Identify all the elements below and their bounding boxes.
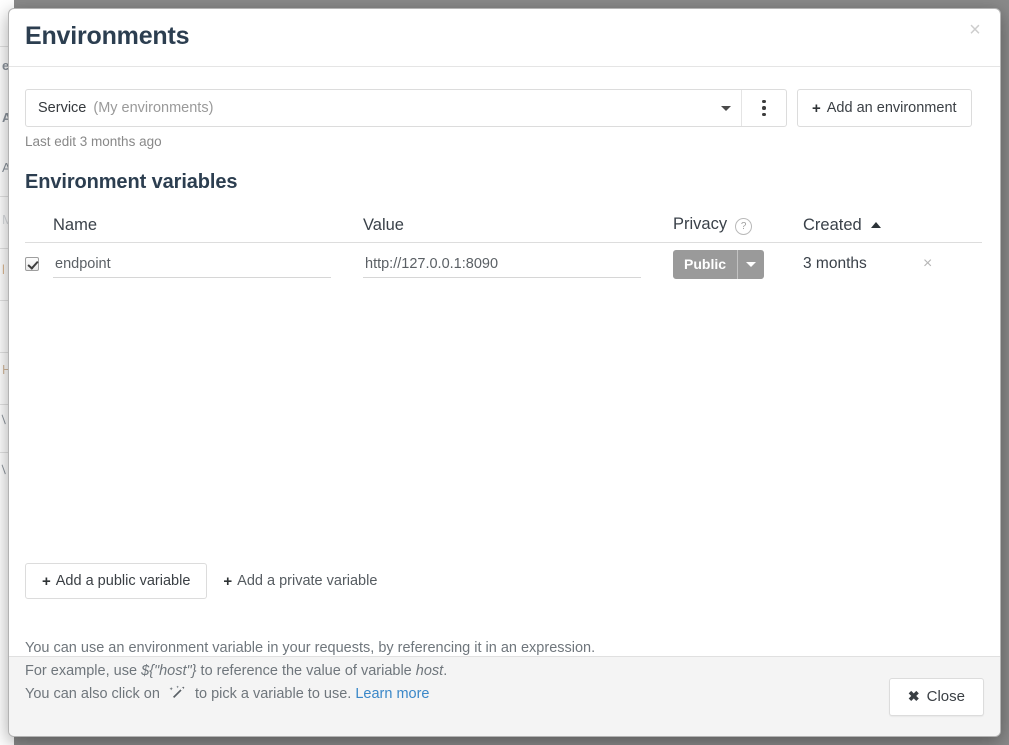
row-enabled-checkbox[interactable] xyxy=(25,257,39,271)
help-icon[interactable]: ? xyxy=(735,218,753,236)
help-line-2-suffix: . xyxy=(443,663,448,679)
help-line-2-code: ${"host"} xyxy=(141,663,197,679)
add-environment-label: Add an environment xyxy=(826,100,957,116)
privacy-dropdown[interactable]: Public xyxy=(673,249,765,279)
variable-name-input[interactable] xyxy=(53,250,331,278)
environment-select[interactable]: Service (My environments) xyxy=(26,90,742,126)
environment-select-group: Service (My environments) xyxy=(25,89,787,127)
help-line-1: You can use an environment variable in y… xyxy=(25,640,596,656)
variables-table: Name Value Privacy? Created endpoint htt… xyxy=(25,208,982,285)
row-checkbox-cell xyxy=(25,257,53,271)
help-line-3-mid: to pick a variable to use. xyxy=(190,686,356,702)
last-edit-label: Last edit 3 months ago xyxy=(25,134,162,149)
help-line-2: For example, use ${"host"} to reference … xyxy=(25,660,595,683)
background-ghost-text: l xyxy=(2,262,5,277)
column-header-value[interactable]: Value xyxy=(363,216,673,235)
add-environment-button[interactable]: + Add an environment xyxy=(797,89,972,127)
row-created-cell: 3 months xyxy=(803,255,867,272)
plus-icon: + xyxy=(812,99,821,117)
caret-down-icon xyxy=(738,250,764,279)
column-header-name[interactable]: Name xyxy=(53,216,363,235)
page-title: Environments xyxy=(25,22,190,50)
learn-more-link[interactable]: Learn more xyxy=(355,686,429,702)
close-icon[interactable]: × xyxy=(964,20,986,42)
row-value-cell xyxy=(363,250,673,278)
table-header-row: Name Value Privacy? Created xyxy=(25,208,982,243)
close-x-icon: ✖ xyxy=(907,688,920,704)
plus-icon: + xyxy=(42,572,51,590)
sort-ascending-icon xyxy=(870,221,881,228)
environment-toolbar: Service (My environments) + Add an envir… xyxy=(25,89,984,127)
environments-dialog: Environments × Service (My environments)… xyxy=(8,8,1001,737)
variable-value-input[interactable] xyxy=(363,250,641,278)
close-button-label: Close xyxy=(926,688,965,705)
row-privacy-cell: Public xyxy=(673,249,803,279)
help-line-2-prefix: For example, use xyxy=(25,663,142,679)
add-variable-actions: + Add a public variable + Add a private … xyxy=(25,563,377,599)
delete-row-icon[interactable]: × xyxy=(923,255,932,272)
column-header-privacy[interactable]: Privacy? xyxy=(673,215,803,236)
environment-scope: (My environments) xyxy=(93,100,214,116)
add-private-variable-label: Add a private variable xyxy=(237,573,378,589)
table-row: Public 3 months × xyxy=(25,243,982,285)
help-line-2-variable: host xyxy=(415,663,444,679)
plus-icon: + xyxy=(223,572,233,590)
add-private-variable-button[interactable]: + Add a private variable xyxy=(223,573,377,590)
section-title: Environment variables xyxy=(25,171,238,193)
dialog-header: Environments × xyxy=(9,9,1000,67)
column-header-created-label: Created xyxy=(803,215,862,234)
row-name-cell xyxy=(53,250,363,278)
help-line-2-mid: to reference the value of variable xyxy=(196,663,416,679)
chevron-down-icon xyxy=(721,106,731,111)
column-header-created[interactable]: Created xyxy=(803,216,923,235)
close-button[interactable]: ✖ Close xyxy=(888,677,984,716)
privacy-label: Public xyxy=(673,249,739,279)
environment-name: Service xyxy=(38,100,87,116)
help-text-block: You can use an environment variable in y… xyxy=(25,637,595,709)
magic-wand-icon xyxy=(169,685,186,709)
add-public-variable-button[interactable]: + Add a public variable xyxy=(25,563,208,599)
help-line-3-prefix: You can also click on xyxy=(25,686,164,702)
help-line-3: You can also click on to pick a variable… xyxy=(25,683,595,709)
more-vertical-icon[interactable] xyxy=(742,90,786,126)
column-header-privacy-label: Privacy xyxy=(673,214,728,233)
row-delete-cell: × xyxy=(923,255,963,273)
dialog-body: Service (My environments) + Add an envir… xyxy=(9,67,1000,702)
add-public-variable-label: Add a public variable xyxy=(55,573,191,589)
